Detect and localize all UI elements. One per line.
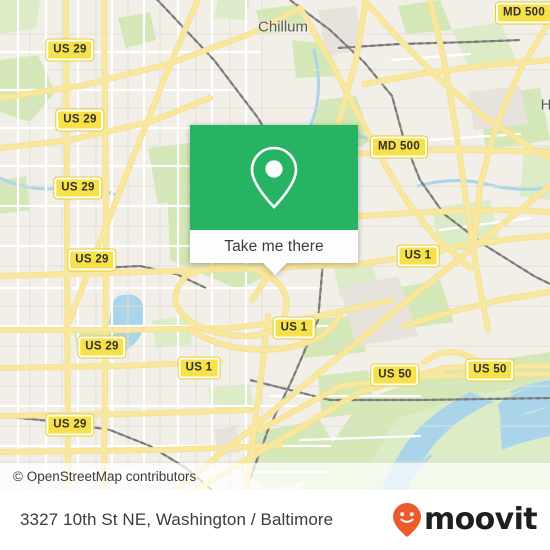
location-address-label: 3327 10th St NE, Washington / Baltimore — [20, 510, 334, 529]
road-shield-us1[interactable]: US 1 — [178, 357, 220, 379]
road-shield-us1[interactable]: US 1 — [397, 245, 439, 267]
footer-bar: 3327 10th St NE, Washington / Baltimore … — [0, 490, 550, 550]
take-me-there-button[interactable]: Take me there — [224, 238, 324, 256]
popup-action-bar[interactable]: Take me there — [190, 230, 358, 263]
popup-tail-pointer — [263, 263, 287, 275]
map-pin-icon — [250, 146, 298, 209]
road-shield-us29[interactable]: US 29 — [54, 177, 102, 199]
road-shield-us29[interactable]: US 29 — [56, 109, 104, 131]
popup-image-panel — [190, 125, 358, 230]
moovit-map-screen: .rd { fill:none; stroke:#f6e08c; stroke-… — [0, 0, 550, 550]
map-viewport[interactable]: .rd { fill:none; stroke:#f6e08c; stroke-… — [0, 0, 550, 490]
road-shield-us29[interactable]: US 29 — [46, 414, 94, 436]
road-shield-us50[interactable]: US 50 — [466, 359, 514, 381]
road-shield-us50[interactable]: US 50 — [371, 364, 419, 386]
openstreetmap-attribution[interactable]: © OpenStreetMap contributors — [0, 469, 196, 484]
road-shield-us29[interactable]: US 29 — [68, 249, 116, 271]
place-label-h: H — [540, 96, 550, 114]
location-popup-card[interactable]: Take me there — [190, 125, 358, 275]
road-shield-us1[interactable]: US 1 — [273, 317, 315, 339]
map-attribution-bar: © OpenStreetMap contributors — [0, 463, 550, 490]
road-shield-us29[interactable]: US 29 — [46, 39, 94, 61]
moovit-logo[interactable]: moovit — [392, 502, 550, 538]
moovit-pin-smiley-icon — [392, 503, 421, 537]
road-shield-md500[interactable]: MD 500 — [495, 2, 550, 24]
road-shield-md500[interactable]: MD 500 — [370, 136, 428, 158]
moovit-wordmark: moovit — [423, 502, 538, 537]
road-shield-us29[interactable]: US 29 — [78, 336, 126, 358]
place-label-chillum: Chillum — [257, 18, 309, 36]
